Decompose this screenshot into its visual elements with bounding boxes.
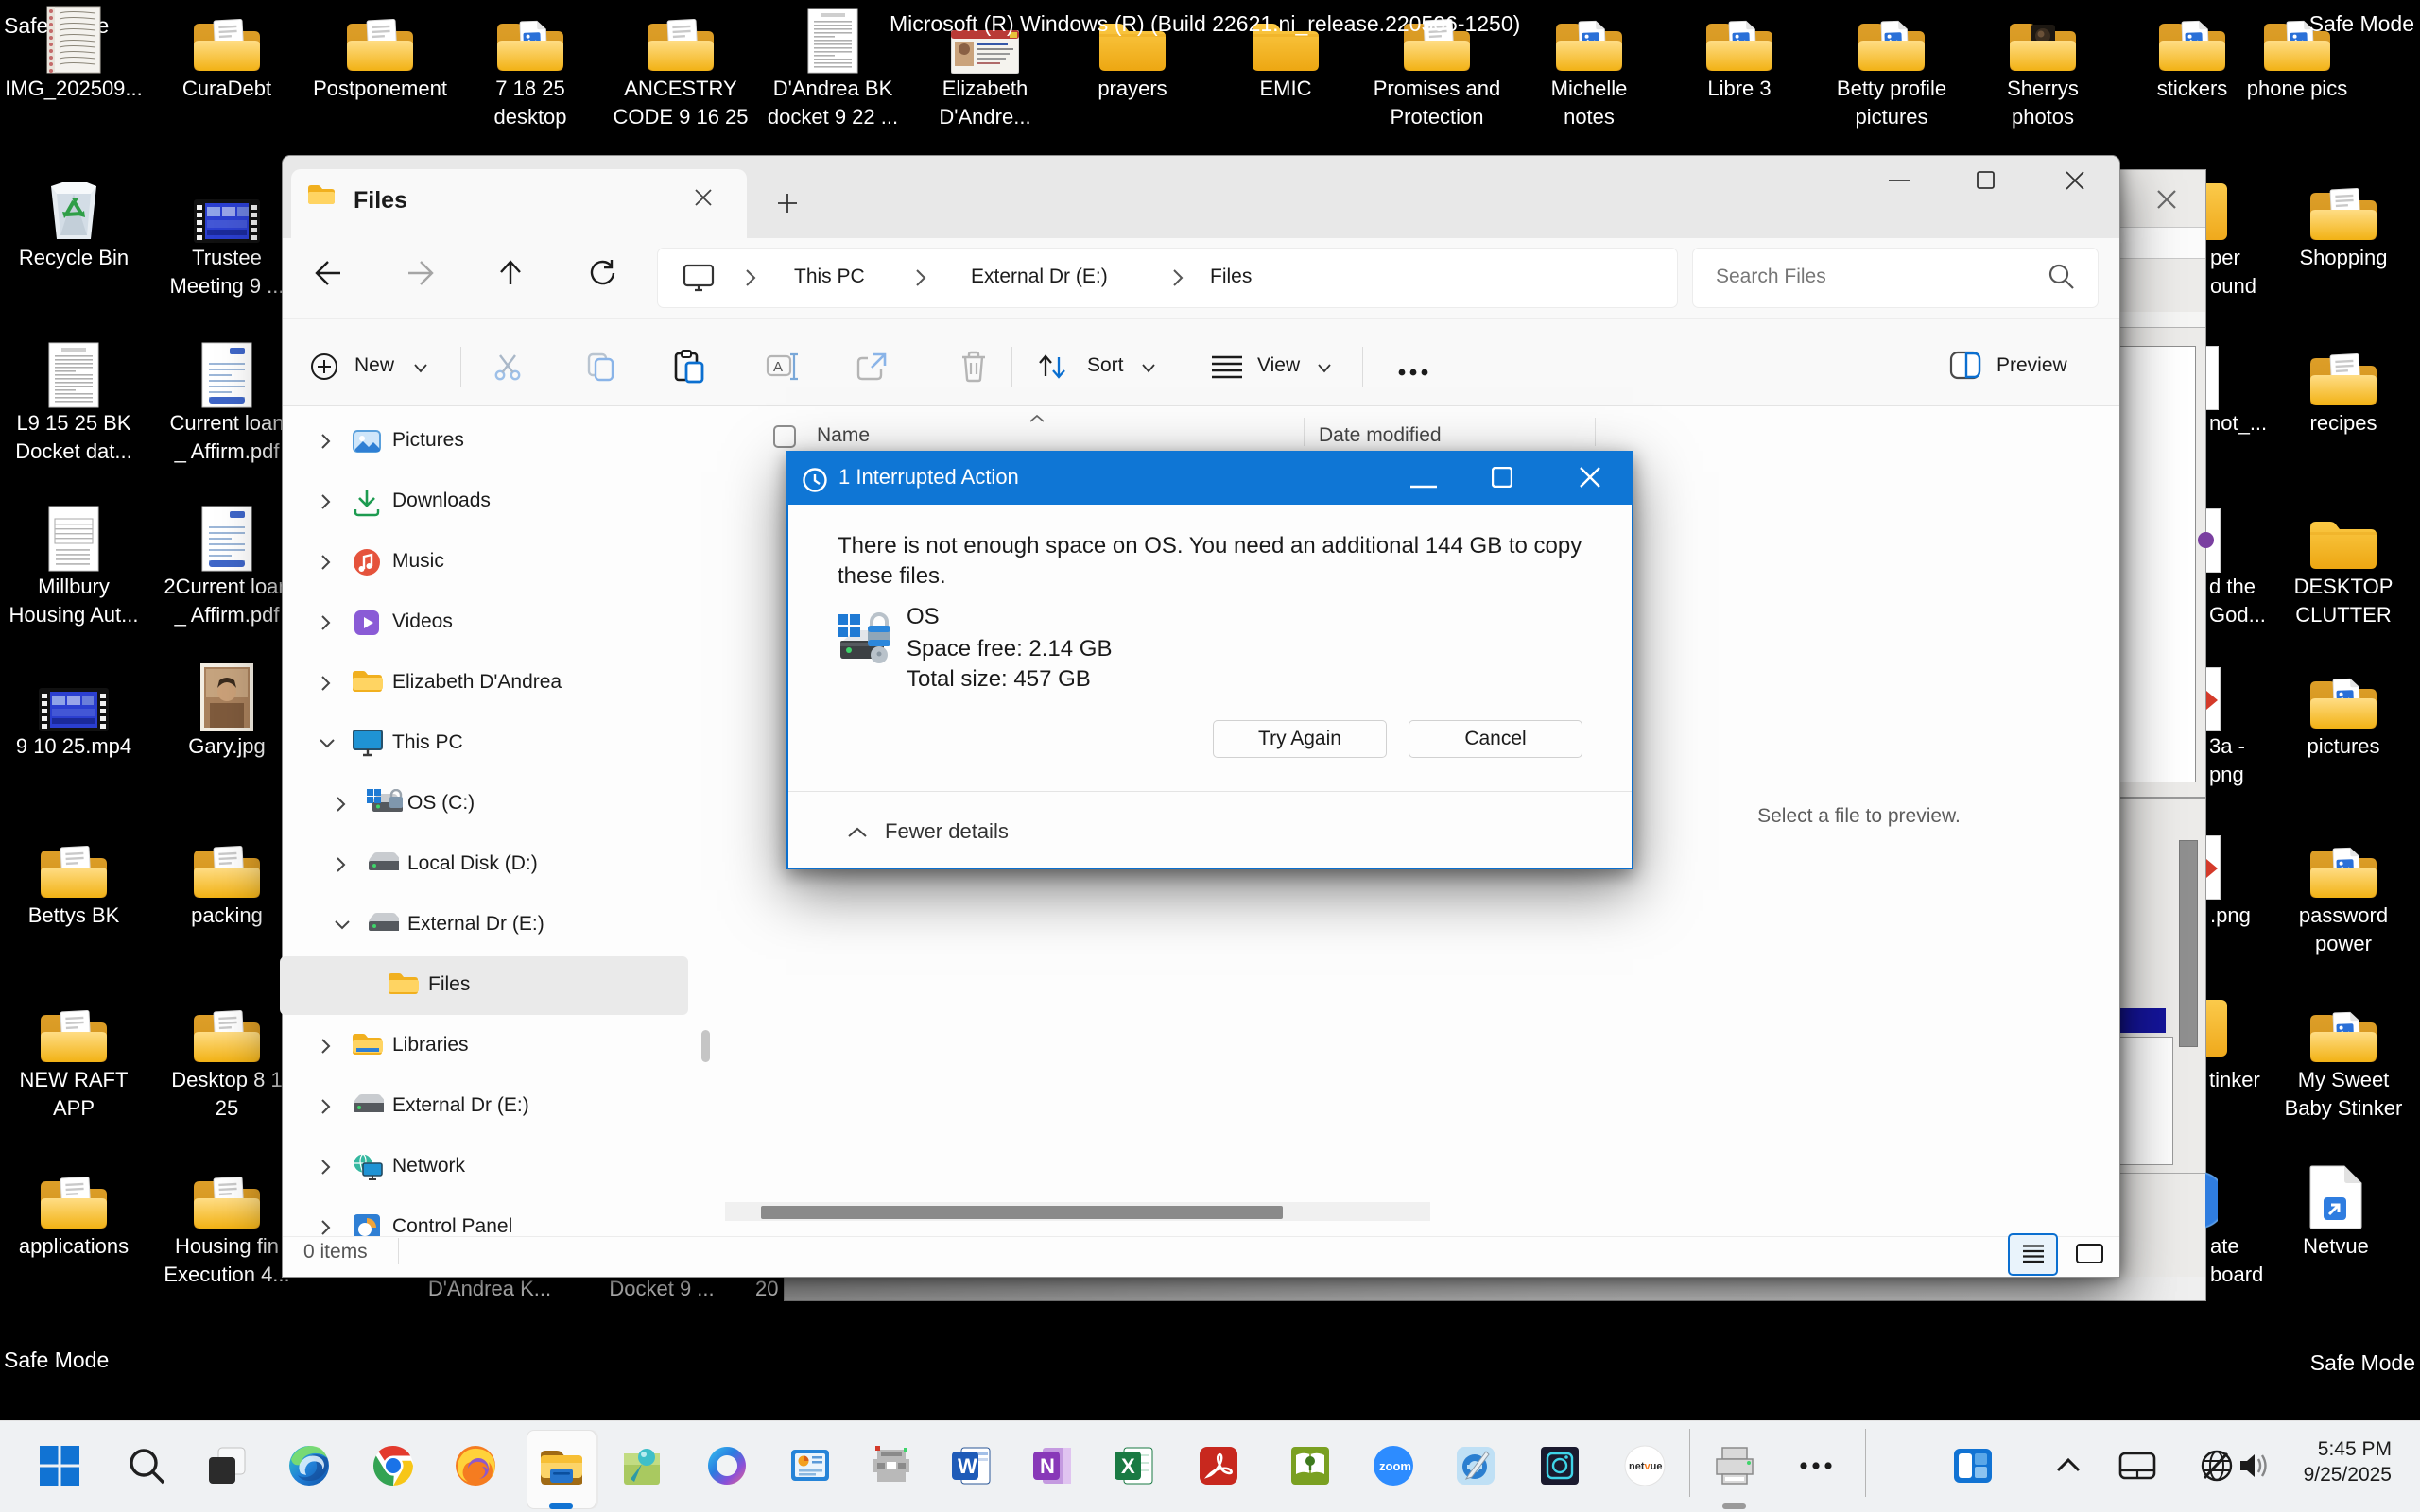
svg-text:X: X xyxy=(1121,1454,1135,1478)
svg-text:W: W xyxy=(958,1454,977,1478)
svg-text:zoom: zoom xyxy=(1379,1459,1411,1473)
svg-text:N: N xyxy=(1040,1454,1055,1478)
svg-text:A: A xyxy=(773,359,783,375)
svg-text:netvue: netvue xyxy=(1629,1461,1662,1472)
